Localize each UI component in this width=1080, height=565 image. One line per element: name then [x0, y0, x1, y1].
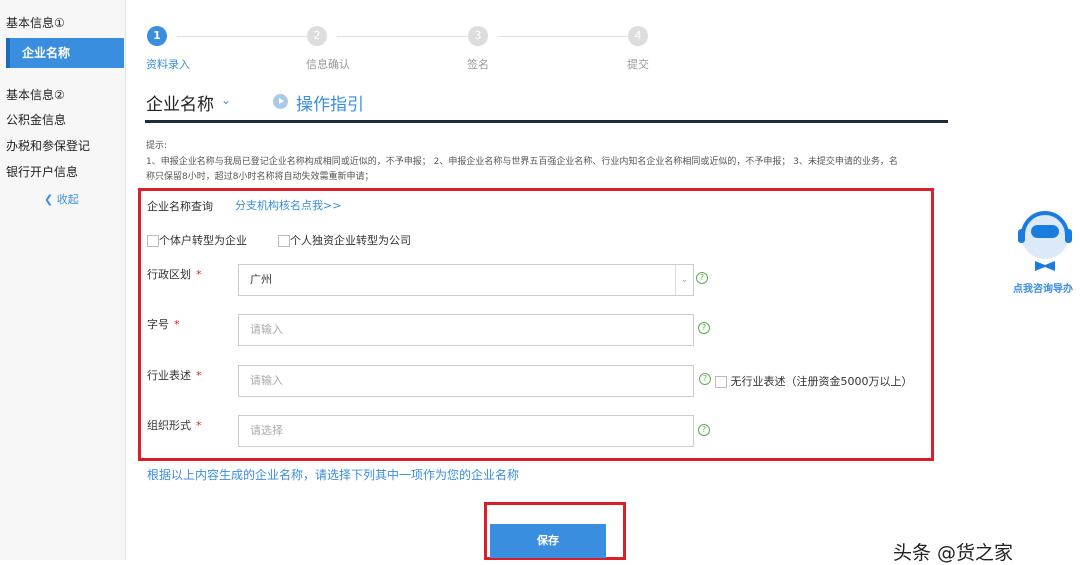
- checkbox-individual-to-enterprise[interactable]: 个体户转型为企业: [147, 232, 247, 248]
- sidebar-item-housing-fund[interactable]: 公积金信息: [6, 111, 66, 128]
- step-2-circle: 2: [307, 26, 327, 46]
- step-connector: [337, 36, 468, 37]
- sidebar-item-basic-info-2[interactable]: 基本信息②: [6, 86, 65, 103]
- robot-assistant-icon[interactable]: [1015, 205, 1075, 275]
- step-2-label: 信息确认: [306, 58, 350, 71]
- step-3-circle: 3: [468, 26, 488, 46]
- checkbox[interactable]: [278, 235, 290, 247]
- step-connector: [498, 36, 628, 37]
- sidebar-item-bank-account[interactable]: 银行开户信息: [6, 163, 78, 180]
- zihao-input[interactable]: 请输入: [238, 314, 694, 346]
- sidebar: 基本信息① 企业名称 基本信息② 公积金信息 办税和参保登记 银行开户信息 ❮ …: [0, 0, 126, 560]
- operation-guide-link[interactable]: 操作指引: [296, 90, 364, 115]
- org-form-select[interactable]: 请选择: [238, 415, 694, 447]
- step-4-circle: 4: [628, 26, 648, 46]
- help-icon[interactable]: ?: [696, 272, 708, 284]
- checkbox[interactable]: [147, 235, 159, 247]
- watermark: 头条 @货之家: [893, 542, 1014, 564]
- industry-label: 行业表述 *: [147, 369, 202, 382]
- hint-line-1: 1、申报企业名称与我局已登记企业名称构成相同或近似的，不予申报； 2、申报企业名…: [146, 157, 898, 167]
- generated-names-hint: 根据以上内容生成的企业名称，请选择下列其中一项作为您的企业名称: [147, 468, 520, 482]
- help-icon[interactable]: ?: [698, 322, 710, 334]
- step-1-circle: 1: [147, 26, 167, 46]
- step-4-label: 提交: [627, 58, 649, 71]
- step-3-label: 签名: [467, 58, 489, 71]
- consult-guide-link[interactable]: 点我咨询导办: [1013, 280, 1073, 295]
- checkbox-sole-to-company[interactable]: 个人独资企业转型为公司: [278, 232, 411, 248]
- name-query-label: 企业名称查询: [147, 200, 213, 213]
- org-form-label: 组织形式 *: [147, 419, 202, 432]
- branch-name-check-link[interactable]: 分支机构核名点我>>: [235, 197, 341, 213]
- sidebar-group-basic-info-1[interactable]: 基本信息①: [6, 14, 65, 31]
- section-divider: [145, 120, 948, 123]
- no-industry-checkbox[interactable]: 无行业表述（注册资金5000万以上）: [715, 373, 913, 389]
- hint-line-2: 称只保留8小时，超过8小时名称将自动失效需重新申请；: [146, 172, 374, 182]
- sidebar-item-company-name[interactable]: 企业名称: [6, 38, 124, 68]
- sidebar-item-tax-insurance[interactable]: 办税和参保登记: [6, 137, 90, 154]
- checkbox[interactable]: [715, 376, 727, 388]
- chevron-down-icon: ⌄: [675, 265, 693, 295]
- step-1-label: 资料录入: [146, 58, 190, 71]
- region-label: 行政区划 *: [147, 268, 202, 281]
- help-icon[interactable]: ?: [699, 373, 711, 385]
- zihao-label: 字号 *: [147, 318, 180, 331]
- save-button[interactable]: 保存: [490, 524, 606, 558]
- region-select[interactable]: 广州 ⌄: [238, 264, 694, 296]
- hint-title: 提示:: [146, 141, 168, 151]
- industry-input[interactable]: 请输入: [238, 365, 694, 397]
- help-icon[interactable]: ?: [698, 424, 710, 436]
- play-icon[interactable]: [273, 94, 288, 109]
- collapse-button[interactable]: ❮ 收起: [44, 191, 79, 207]
- chevron-double-down-icon[interactable]: ⌄: [221, 93, 231, 107]
- chevron-left-icon: ❮: [44, 193, 57, 206]
- step-connector: [177, 36, 307, 37]
- section-title: 企业名称: [146, 95, 214, 115]
